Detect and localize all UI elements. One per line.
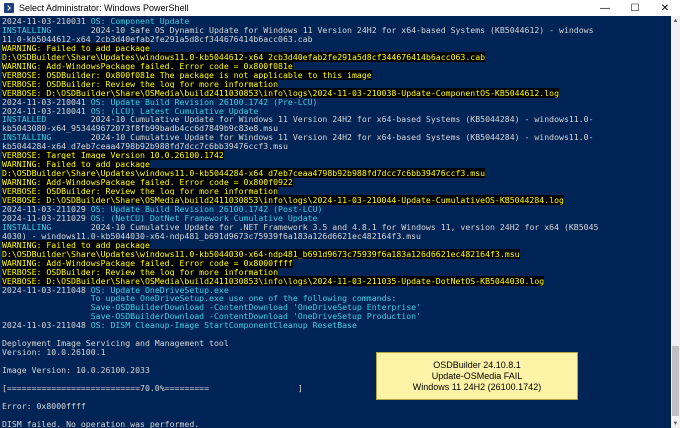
console-line-prefix: [===========================70.0%=======… [2,382,303,393]
console-line: Image Version: 10.0.26100.2033 [2,365,150,375]
minimize-button[interactable]: — [590,0,620,16]
powershell-icon [4,3,14,13]
console-line-prefix: Image Version: 10.0.26100.2033 [2,365,150,376]
scrollbar-thumb[interactable] [672,346,679,416]
overlay-version: OSDBuilder 24.10.8.1 [433,359,521,370]
console-line-text: OS: DISM Cleanup-Image StartComponentCle… [90,320,357,331]
scroll-down-icon[interactable]: ▼ [671,419,680,428]
console-line-prefix: Version: 10.0.26100.1 [2,347,106,358]
powershell-window: Select Administrator: Windows PowerShell… [0,0,680,428]
close-button[interactable]: ✕ [650,0,680,16]
overlay-os: Windows 11 24H2 (26100.1742) [412,381,542,392]
console-line-prefix: Error: 0x8000ffff [2,400,86,411]
console-line-prefix: DISM failed. No operation was performed. [2,418,200,428]
title-bar[interactable]: Select Administrator: Windows PowerShell… [0,0,680,16]
console-line: Error: 0x8000ffff [2,401,86,411]
overlay-status: Update-OSMedia FAIL [431,370,523,381]
console-line: 2024-11-03-211048 OS: DISM Cleanup-Image… [2,320,357,330]
vertical-scrollbar[interactable]: ▲ ▼ [671,16,680,428]
maximize-button[interactable]: ☐ [620,0,650,16]
status-overlay: OSDBuilder 24.10.8.1 Update-OSMedia FAIL… [376,352,578,400]
window-title: Select Administrator: Windows PowerShell [19,3,189,13]
scroll-up-icon[interactable]: ▲ [671,16,680,25]
console-line: [===========================70.0%=======… [2,383,303,393]
console-line: Version: 10.0.26100.1 [2,347,106,357]
console-line-prefix: 2024-11-03-211048 [2,320,91,331]
console-line: DISM failed. No operation was performed. [2,419,199,428]
